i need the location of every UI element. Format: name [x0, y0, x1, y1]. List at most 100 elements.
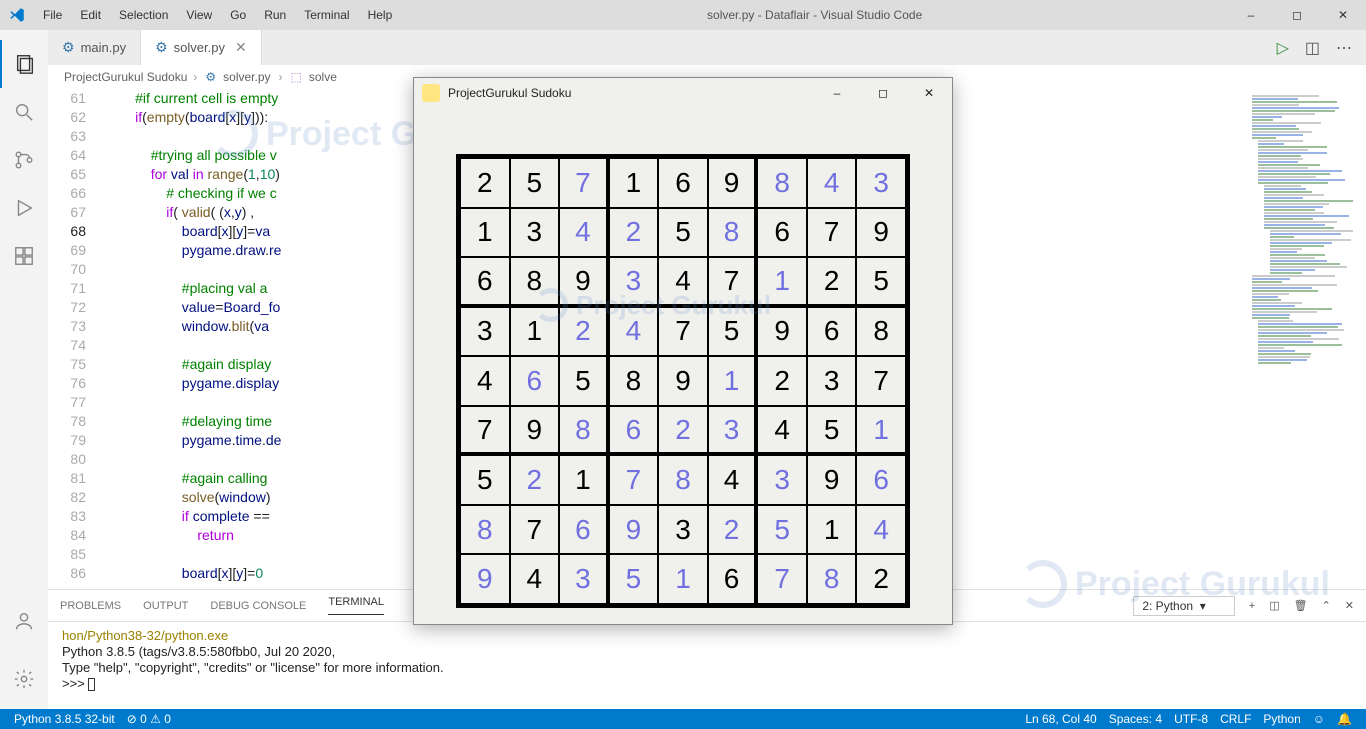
explorer-icon[interactable] — [0, 40, 48, 88]
sudoku-cell-6-3: 7 — [609, 455, 659, 505]
status-indent[interactable]: Spaces: 4 — [1103, 712, 1168, 726]
close-button[interactable]: ✕ — [1320, 0, 1366, 30]
more-actions-icon[interactable]: ⋯ — [1336, 38, 1352, 58]
menu-go[interactable]: Go — [221, 8, 255, 22]
sudoku-cell-5-1: 9 — [510, 406, 560, 456]
menu-help[interactable]: Help — [359, 8, 402, 22]
status-python[interactable]: Python 3.8.5 32-bit — [8, 712, 121, 726]
sudoku-cell-4-7: 3 — [807, 356, 857, 406]
line-gutter: 6162636465666768697071727374757677787980… — [48, 89, 104, 589]
sudoku-cell-4-2: 5 — [559, 356, 609, 406]
sudoku-cell-8-8: 2 — [856, 554, 906, 604]
status-encoding[interactable]: UTF-8 — [1168, 712, 1214, 726]
sudoku-maximize-button[interactable]: ◻ — [860, 78, 906, 108]
minimize-button[interactable]: – — [1228, 0, 1274, 30]
accounts-icon[interactable] — [0, 597, 48, 645]
panel-tab-debug-console[interactable]: DEBUG CONSOLE — [210, 600, 306, 612]
sudoku-cell-8-5: 6 — [708, 554, 758, 604]
panel-up-icon[interactable]: ⌃ — [1322, 599, 1331, 612]
sudoku-cell-2-1: 8 — [510, 257, 560, 307]
menu-terminal[interactable]: Terminal — [295, 8, 358, 22]
sudoku-cell-4-3: 8 — [609, 356, 659, 406]
status-problems[interactable]: ⊘ 0 ⚠ 0 — [121, 712, 177, 726]
sudoku-cell-5-2: 8 — [559, 406, 609, 456]
vscode-logo-icon — [0, 6, 34, 24]
status-feedback-icon[interactable]: ☺ — [1307, 712, 1331, 726]
code-content[interactable]: #if current cell is empty if(empty(board… — [104, 89, 281, 589]
sudoku-cell-6-2: 1 — [559, 455, 609, 505]
sudoku-cell-3-0: 3 — [460, 307, 510, 357]
status-bell-icon[interactable]: 🔔 — [1331, 712, 1358, 726]
panel-tab-terminal[interactable]: TERMINAL — [328, 596, 384, 615]
breadcrumb-file[interactable]: ⚙solver.py — [201, 70, 274, 84]
window-title: solver.py - Dataflair - Visual Studio Co… — [401, 8, 1228, 22]
sudoku-cell-6-1: 2 — [510, 455, 560, 505]
sudoku-cell-3-1: 1 — [510, 307, 560, 357]
sudoku-cell-2-0: 6 — [460, 257, 510, 307]
sudoku-cell-0-2: 7 — [559, 158, 609, 208]
sudoku-cell-4-1: 6 — [510, 356, 560, 406]
sudoku-cell-3-8: 8 — [856, 307, 906, 357]
sudoku-cell-5-0: 7 — [460, 406, 510, 456]
sudoku-titlebar[interactable]: ProjectGurukul Sudoku – ◻ ✕ — [414, 78, 952, 108]
sudoku-cell-5-6: 4 — [757, 406, 807, 456]
split-editor-icon[interactable]: ◫ — [1305, 38, 1320, 58]
sudoku-cell-1-4: 5 — [658, 208, 708, 258]
status-language[interactable]: Python — [1257, 712, 1306, 726]
run-debug-icon[interactable] — [0, 184, 48, 232]
extensions-icon[interactable] — [0, 232, 48, 280]
split-terminal-icon[interactable]: ◫ — [1269, 599, 1279, 612]
sudoku-cell-5-8: 1 — [856, 406, 906, 456]
menu-edit[interactable]: Edit — [71, 8, 110, 22]
search-icon[interactable] — [0, 88, 48, 136]
kill-terminal-icon[interactable]: 🗑 — [1294, 599, 1308, 612]
sudoku-cell-2-4: 4 — [658, 257, 708, 307]
status-position[interactable]: Ln 68, Col 40 — [1019, 712, 1102, 726]
panel-close-icon[interactable]: ✕ — [1345, 599, 1354, 612]
menu-file[interactable]: File — [34, 8, 71, 22]
sudoku-cell-8-0: 9 — [460, 554, 510, 604]
tabs-bar: ⚙main.py⚙solver.py✕ ▷ ◫ ⋯ — [48, 30, 1366, 65]
sudoku-cell-5-7: 5 — [807, 406, 857, 456]
sudoku-close-button[interactable]: ✕ — [906, 78, 952, 108]
sudoku-cell-7-4: 3 — [658, 505, 708, 555]
menu-view[interactable]: View — [177, 8, 221, 22]
terminal-body[interactable]: hon/Python38-32/python.exePython 3.8.5 (… — [48, 622, 1366, 709]
tab-main-py[interactable]: ⚙main.py — [48, 30, 141, 65]
panel-tab-problems[interactable]: PROBLEMS — [60, 600, 121, 612]
window-controls: – ◻ ✕ — [1228, 0, 1366, 30]
titlebar: FileEditSelectionViewGoRunTerminalHelp s… — [0, 0, 1366, 30]
sudoku-cell-1-6: 6 — [757, 208, 807, 258]
minimap[interactable] — [1246, 89, 1366, 589]
sudoku-cell-4-0: 4 — [460, 356, 510, 406]
sudoku-cell-7-7: 1 — [807, 505, 857, 555]
sudoku-cell-1-3: 2 — [609, 208, 659, 258]
status-bar: Python 3.8.5 32-bit ⊘ 0 ⚠ 0 Ln 68, Col 4… — [0, 709, 1366, 729]
sudoku-cell-0-5: 9 — [708, 158, 758, 208]
source-control-icon[interactable] — [0, 136, 48, 184]
sudoku-cell-8-1: 4 — [510, 554, 560, 604]
menu-run[interactable]: Run — [255, 8, 295, 22]
breadcrumb-root[interactable]: ProjectGurukul Sudoku — [62, 70, 189, 84]
maximize-button[interactable]: ◻ — [1274, 0, 1320, 30]
sudoku-window[interactable]: ProjectGurukul Sudoku – ◻ ✕ 257169843134… — [413, 77, 953, 625]
sudoku-cell-0-4: 6 — [658, 158, 708, 208]
sudoku-cell-8-3: 5 — [609, 554, 659, 604]
sudoku-cell-7-3: 9 — [609, 505, 659, 555]
sudoku-cell-3-5: 5 — [708, 307, 758, 357]
sudoku-minimize-button[interactable]: – — [814, 78, 860, 108]
menu-selection[interactable]: Selection — [110, 8, 177, 22]
breadcrumb-symbol[interactable]: ⬚solve — [287, 70, 341, 84]
run-file-icon[interactable]: ▷ — [1277, 38, 1289, 58]
sudoku-cell-7-8: 4 — [856, 505, 906, 555]
panel-tab-output[interactable]: OUTPUT — [143, 600, 188, 612]
new-terminal-icon[interactable]: + — [1249, 600, 1255, 612]
sudoku-cell-4-8: 7 — [856, 356, 906, 406]
terminal-select[interactable]: 2: Python ▾ — [1133, 596, 1234, 616]
close-tab-icon[interactable]: ✕ — [235, 39, 247, 56]
status-eol[interactable]: CRLF — [1214, 712, 1257, 726]
tab-solver-py[interactable]: ⚙solver.py✕ — [141, 30, 262, 65]
settings-gear-icon[interactable] — [0, 655, 48, 703]
sudoku-cell-6-5: 4 — [708, 455, 758, 505]
sudoku-cell-3-3: 4 — [609, 307, 659, 357]
